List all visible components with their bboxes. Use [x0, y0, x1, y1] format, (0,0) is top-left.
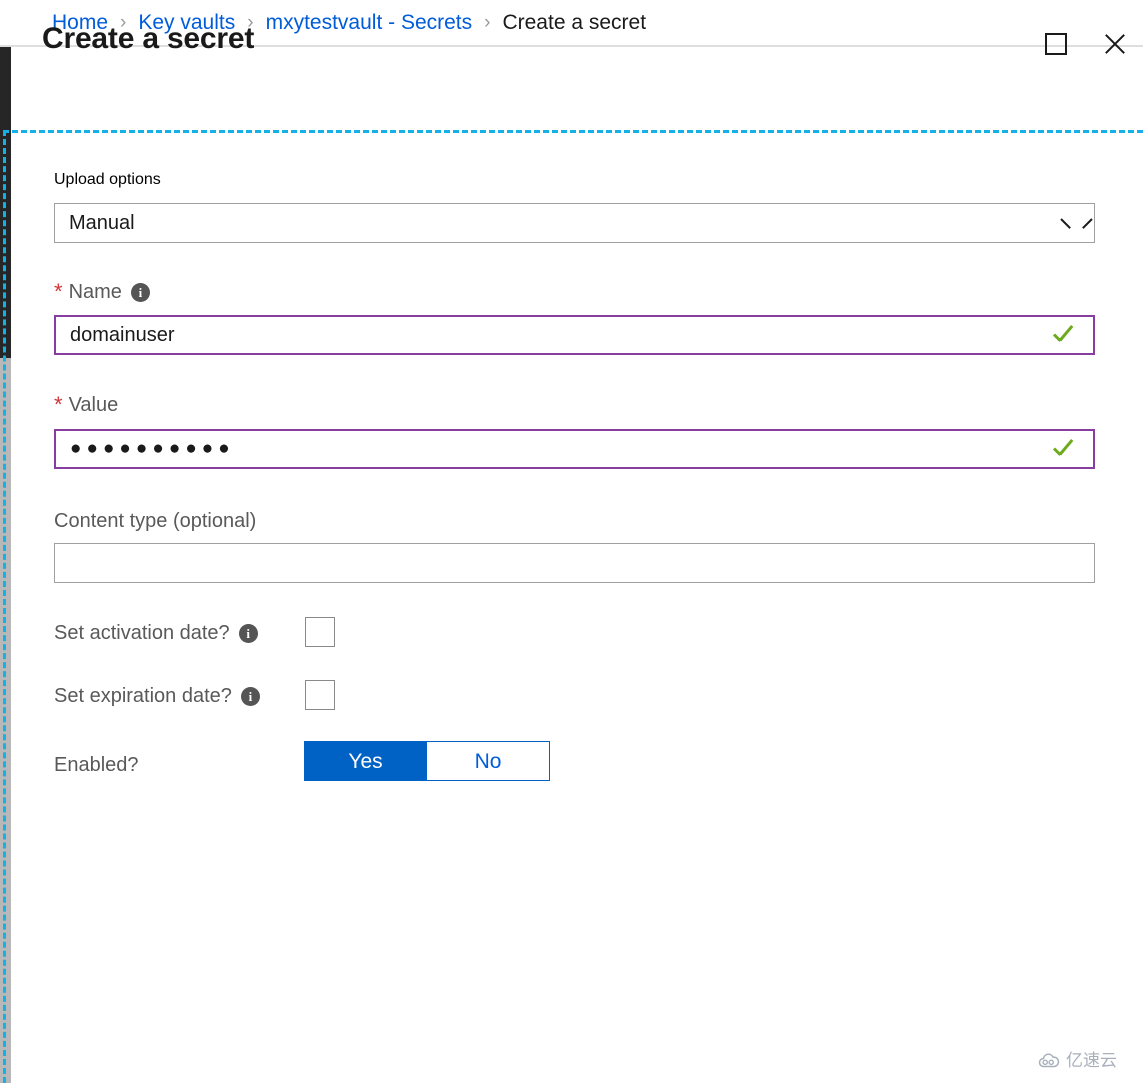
azure-portal-blade: Home › Key vaults › mxytestvault - Secre…	[0, 0, 1143, 1083]
info-icon[interactable]: i	[238, 623, 258, 643]
set-expiration-date-label-row: Set expiration date? i	[54, 686, 260, 706]
content-type-label: Content type (optional)	[54, 510, 257, 532]
upload-options-select[interactable]: Manual	[54, 203, 1095, 243]
chevron-down-icon[interactable]	[1062, 214, 1080, 232]
enabled-yes-button[interactable]: Yes	[304, 741, 427, 781]
breadcrumb-item-create-a-secret: Create a secret	[502, 10, 647, 34]
blade-left-rail-gray	[0, 358, 11, 1083]
set-expiration-date-checkbox[interactable]	[305, 680, 335, 710]
set-activation-date-checkbox[interactable]	[305, 617, 335, 647]
breadcrumb-item-vault-secrets[interactable]: mxytestvault - Secrets	[266, 12, 473, 33]
enabled-toggle: Yes No	[304, 741, 550, 781]
set-activation-date-label-row: Set activation date? i	[54, 623, 258, 643]
content-type-input[interactable]	[54, 543, 1095, 583]
page-title: Create a secret	[42, 22, 255, 55]
watermark-text: 亿速云	[1066, 1051, 1117, 1070]
value-input[interactable]: ●●●●●●●●●●	[54, 429, 1095, 469]
checkmark-icon	[1053, 440, 1079, 458]
enabled-label: Enabled?	[54, 754, 139, 776]
maximize-icon	[1045, 33, 1067, 55]
name-label: Name	[68, 281, 122, 303]
value-input-value: ●●●●●●●●●●	[70, 438, 235, 459]
blade-header	[11, 47, 1143, 130]
name-input[interactable]: domainuser	[54, 315, 1095, 355]
info-icon[interactable]: i	[130, 282, 150, 302]
name-label-row: * Name i	[54, 281, 150, 303]
enabled-no-button[interactable]: No	[427, 741, 550, 781]
set-expiration-date-label: Set expiration date?	[54, 685, 232, 707]
create-secret-form: Upload options Manual * Name i domainuse…	[11, 133, 1143, 1083]
value-label: Value	[68, 394, 119, 416]
maximize-button[interactable]	[1036, 24, 1076, 64]
breadcrumb-separator-icon: ›	[484, 11, 491, 33]
watermark: 亿速云	[1037, 1052, 1117, 1069]
cloud-icon	[1038, 1053, 1060, 1068]
name-required-marker: *	[54, 279, 63, 304]
upload-options-label: Upload options	[54, 171, 161, 188]
upload-options-value: Manual	[69, 211, 135, 234]
value-required-marker: *	[54, 392, 63, 417]
blade-left-rail-dark	[0, 47, 11, 358]
value-label-row: * Value	[54, 394, 118, 416]
name-input-value: domainuser	[70, 323, 175, 346]
info-icon[interactable]: i	[240, 686, 260, 706]
close-button[interactable]	[1095, 24, 1135, 64]
checkmark-icon	[1053, 326, 1079, 344]
close-icon	[1102, 31, 1128, 57]
set-activation-date-label: Set activation date?	[54, 622, 230, 644]
